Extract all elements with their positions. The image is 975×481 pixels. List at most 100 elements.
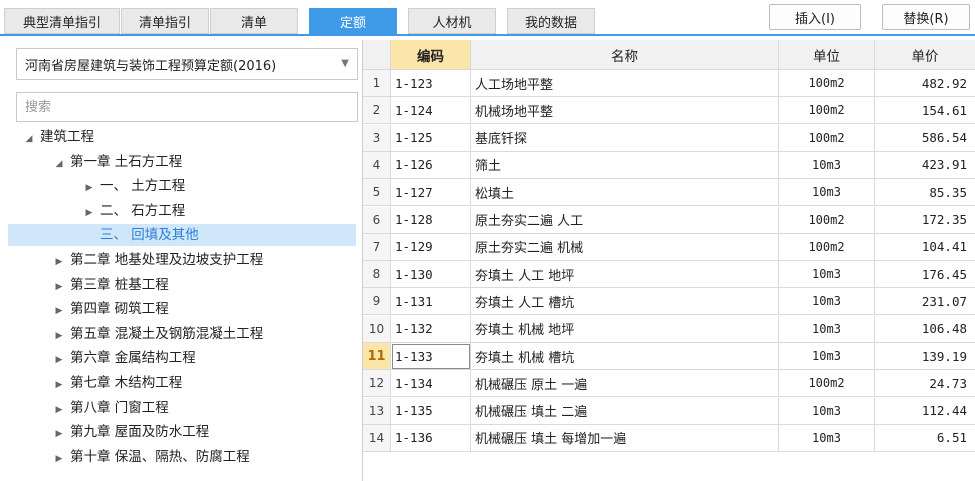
cell-unit[interactable]: 10m3: [779, 151, 875, 179]
row-number[interactable]: 2: [363, 97, 391, 125]
cell-unit[interactable]: 10m3: [779, 315, 875, 343]
cell-price[interactable]: 482.92: [875, 70, 975, 97]
row-number[interactable]: 6: [363, 206, 391, 234]
search-input[interactable]: [16, 92, 358, 122]
table-row[interactable]: 6 1-128 原土夯实二遍 人工 100m2 172.35: [363, 206, 975, 234]
cell-unit[interactable]: 100m2: [779, 206, 875, 234]
cell-name[interactable]: 夯填土 人工 槽坑: [471, 288, 779, 316]
tab-my-data[interactable]: 我的数据: [507, 8, 595, 34]
cell-price[interactable]: 423.91: [875, 152, 975, 179]
collapsed-triangle-icon[interactable]: ▶: [52, 399, 66, 421]
cell-name[interactable]: 筛土: [471, 151, 779, 179]
row-number[interactable]: 7: [363, 233, 391, 261]
tree-node[interactable]: ▶ 第十章 保温、隔热、防腐工程: [8, 446, 356, 468]
table-row[interactable]: 7 1-129 原土夯实二遍 机械 100m2 104.41: [363, 233, 975, 261]
cell-price[interactable]: 106.48: [875, 316, 975, 343]
cell-code[interactable]: 1-134: [391, 370, 471, 398]
column-header-code[interactable]: 编码: [391, 40, 471, 70]
cell-code[interactable]: 1-130: [391, 261, 471, 289]
tree-node[interactable]: ▶ 第二章 地基处理及边坡支护工程: [8, 249, 356, 271]
cell-code[interactable]: 1-124: [391, 97, 471, 125]
table-row[interactable]: 2 1-124 机械场地平整 100m2 154.61: [363, 97, 975, 125]
cell-name[interactable]: 夯填土 机械 槽坑: [471, 343, 779, 370]
table-row[interactable]: 4 1-126 筛土 10m3 423.91: [363, 151, 975, 179]
column-header-price[interactable]: 单价: [875, 40, 975, 70]
table-row[interactable]: 12 1-134 机械碾压 原土 一遍 100m2 24.73: [363, 370, 975, 398]
tree-node[interactable]: ▶ 二、 石方工程: [8, 200, 356, 222]
tab-list[interactable]: 清单: [210, 8, 298, 34]
cell-unit[interactable]: 10m3: [779, 261, 875, 289]
tab-list-guide[interactable]: 清单指引: [121, 8, 209, 34]
table-row[interactable]: 8 1-130 夯填土 人工 地坪 10m3 176.45: [363, 261, 975, 289]
tab-labor-material-machine[interactable]: 人材机: [408, 8, 496, 34]
collapsed-triangle-icon[interactable]: ▶: [82, 202, 96, 224]
collapsed-triangle-icon[interactable]: ▶: [52, 276, 66, 298]
column-header-name[interactable]: 名称: [471, 40, 779, 70]
cell-code[interactable]: 1-133: [391, 343, 471, 370]
cell-code[interactable]: 1-127: [391, 179, 471, 207]
cell-code[interactable]: 1-129: [391, 233, 471, 261]
cell-name[interactable]: 人工场地平整: [471, 70, 779, 97]
cell-unit[interactable]: 100m2: [779, 124, 875, 152]
tree-node[interactable]: ▶ 第八章 门窗工程: [8, 397, 356, 419]
cell-price[interactable]: 104.41: [875, 234, 975, 261]
cell-unit[interactable]: 10m3: [779, 288, 875, 316]
cell-unit[interactable]: 100m2: [779, 233, 875, 261]
tree-node[interactable]: ▶ 第三章 桩基工程: [8, 274, 356, 296]
collapsed-triangle-icon[interactable]: ▶: [52, 251, 66, 273]
collapsed-triangle-icon[interactable]: ▶: [52, 349, 66, 371]
cell-unit[interactable]: 100m2: [779, 370, 875, 398]
tree-node[interactable]: ▶ 第五章 混凝土及钢筋混凝土工程: [8, 323, 356, 345]
cell-price[interactable]: 24.73: [875, 370, 975, 398]
cell-name[interactable]: 原土夯实二遍 人工: [471, 206, 779, 234]
row-number[interactable]: 4: [363, 151, 391, 179]
tree-node[interactable]: ◢ 建筑工程: [8, 126, 356, 148]
cell-price[interactable]: 176.45: [875, 261, 975, 289]
collapsed-triangle-icon[interactable]: ▶: [52, 448, 66, 470]
cell-code[interactable]: 1-135: [391, 397, 471, 425]
table-row[interactable]: 10 1-132 夯填土 机械 地坪 10m3 106.48: [363, 315, 975, 343]
row-number[interactable]: 8: [363, 261, 391, 289]
row-number[interactable]: 10: [363, 315, 391, 343]
table-row[interactable]: 13 1-135 机械碾压 填土 二遍 10m3 112.44: [363, 397, 975, 425]
tab-typical-list-guide[interactable]: 典型清单指引: [4, 8, 120, 34]
replace-button[interactable]: 替换(R): [882, 4, 970, 30]
row-number[interactable]: 5: [363, 179, 391, 207]
column-header-unit[interactable]: 单位: [779, 40, 875, 70]
cell-price[interactable]: 112.44: [875, 398, 975, 425]
row-number[interactable]: 3: [363, 124, 391, 152]
cell-unit[interactable]: 10m3: [779, 343, 875, 370]
cell-unit[interactable]: 10m3: [779, 424, 875, 452]
tree-node[interactable]: ▶ 一、 土方工程: [8, 175, 356, 197]
row-number[interactable]: 1: [363, 70, 391, 97]
cell-price[interactable]: 6.51: [875, 425, 975, 452]
cell-unit[interactable]: 10m3: [779, 179, 875, 207]
cell-unit[interactable]: 10m3: [779, 397, 875, 425]
cell-code[interactable]: 1-128: [391, 206, 471, 234]
collapsed-triangle-icon[interactable]: ▶: [52, 300, 66, 322]
collapsed-triangle-icon[interactable]: ▶: [52, 325, 66, 347]
row-number[interactable]: 13: [363, 397, 391, 425]
cell-name[interactable]: 松填土: [471, 179, 779, 207]
tree-node[interactable]: ▶ 第九章 屋面及防水工程: [8, 421, 356, 443]
expanded-triangle-icon[interactable]: ◢: [22, 128, 36, 150]
cell-name[interactable]: 机械碾压 填土 每增加一遍: [471, 424, 779, 452]
cell-price[interactable]: 586.54: [875, 125, 975, 152]
row-number[interactable]: 9: [363, 288, 391, 316]
row-number[interactable]: 11: [363, 343, 391, 370]
cell-code[interactable]: 1-125: [391, 124, 471, 152]
cell-name[interactable]: 机械碾压 填土 二遍: [471, 397, 779, 425]
table-row[interactable]: 14 1-136 机械碾压 填土 每增加一遍 10m3 6.51: [363, 424, 975, 452]
row-number[interactable]: 12: [363, 370, 391, 398]
cell-code[interactable]: 1-132: [391, 315, 471, 343]
table-row[interactable]: 5 1-127 松填土 10m3 85.35: [363, 179, 975, 207]
cell-unit[interactable]: 100m2: [779, 70, 875, 97]
cell-unit[interactable]: 100m2: [779, 97, 875, 125]
tree-node[interactable]: ▶ 第四章 砌筑工程: [8, 298, 356, 320]
table-row[interactable]: 3 1-125 基底钎探 100m2 586.54: [363, 124, 975, 152]
tree-node[interactable]: 三、 回填及其他: [8, 224, 356, 247]
row-number[interactable]: 14: [363, 424, 391, 452]
cell-name[interactable]: 原土夯实二遍 机械: [471, 233, 779, 261]
cell-code[interactable]: 1-131: [391, 288, 471, 316]
cell-name[interactable]: 夯填土 人工 地坪: [471, 261, 779, 289]
